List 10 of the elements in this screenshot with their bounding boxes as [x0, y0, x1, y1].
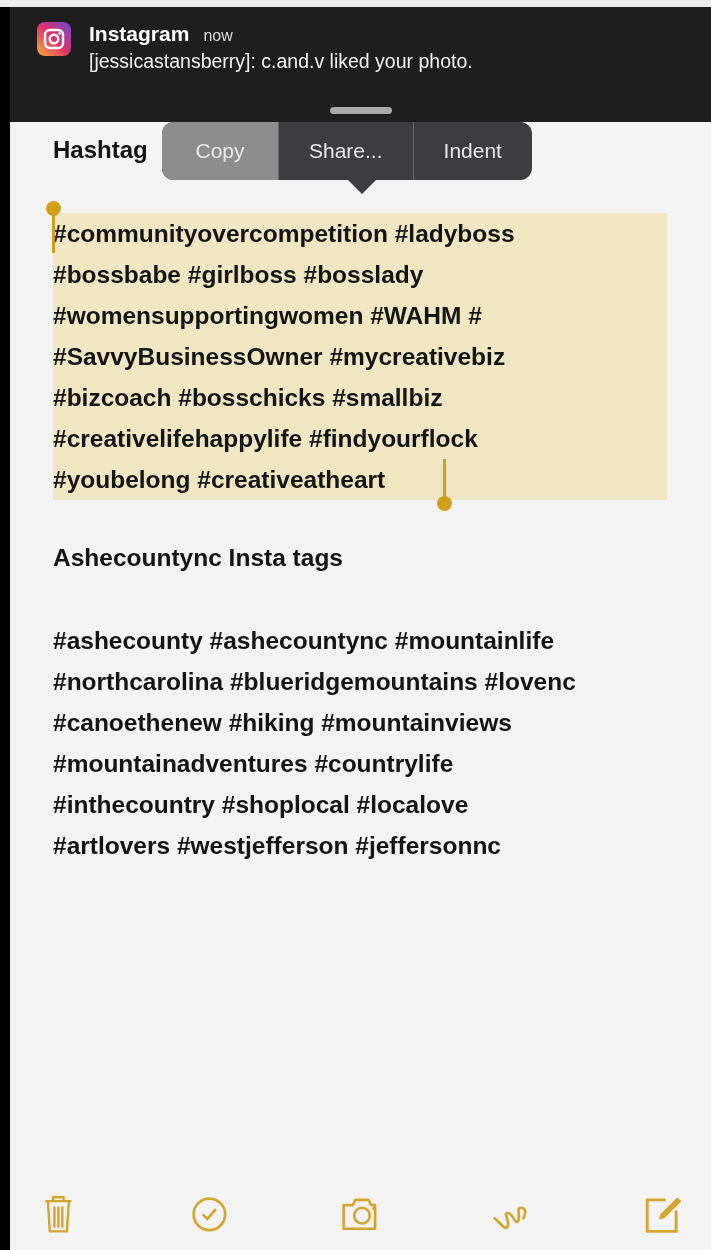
note-title: Hashtag [53, 136, 148, 164]
notification-time: now [203, 27, 233, 45]
hashtag-paragraph: #communityovercompetition #ladyboss #bossbabe #girlboss #bosslady #womensupportingwomen #WAHM # #SavvyBusinessOwner #mycreativebiz #bizcoach #bosschicks #smallbiz #creativelifehappylife #findyourflock #youbelong #creativeatheart [53, 213, 667, 500]
notification-banner[interactable]: Instagram now [jessicastansberry]: c.and.v liked your photo. [10, 7, 711, 122]
app-name: Instagram [89, 22, 190, 46]
notification-message: [jessicastansberry]: c.and.v liked your photo. [89, 50, 473, 73]
menu-item[interactable]: Indent [412, 122, 532, 180]
section-heading: Ashecountync Insta tags [53, 543, 344, 573]
hashtag-paragraph: #ashecounty #ashecountync #mountainlife #northcarolina #blueridgemountains #lovenc #canoethenew #hiking #mountainviews #mountainadventures #countrylife #inthecountry #shoplocal #localove #artlovers #westjefferson #jeffersonnc [53, 626, 577, 861]
menu-item[interactable]: Share... [278, 122, 413, 180]
